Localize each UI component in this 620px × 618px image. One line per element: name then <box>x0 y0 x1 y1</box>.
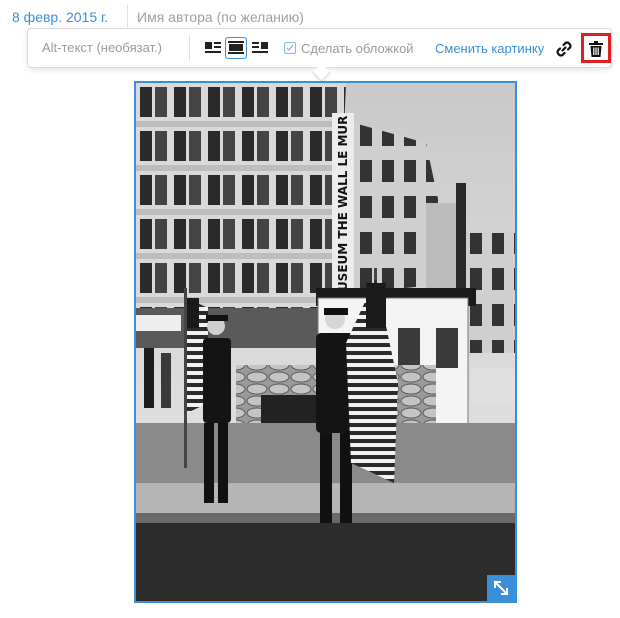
link-button[interactable] <box>555 40 573 58</box>
image-toolbar: Alt-текст (необязат.) Сделать обложкой С… <box>27 28 612 68</box>
make-cover-checkbox[interactable]: Сделать обложкой <box>284 41 414 57</box>
meta-divider <box>127 5 128 27</box>
align-center-button[interactable] <box>225 37 247 59</box>
author-name-input[interactable]: Имя автора (по желанию) <box>137 9 304 25</box>
checkbox-icon <box>284 42 296 54</box>
align-center-icon <box>228 41 244 54</box>
museum-sign-text: MUSEUM THE WALL LE MUR <box>336 116 350 303</box>
toolbar-divider <box>189 35 190 61</box>
alt-text-input[interactable]: Alt-текст (необязат.) <box>42 40 162 55</box>
link-icon <box>556 41 572 57</box>
trash-icon <box>589 41 603 57</box>
post-date[interactable]: 8 февр. 2015 г. <box>12 9 108 25</box>
delete-image-button[interactable] <box>581 33 611 63</box>
expand-icon <box>493 580 509 596</box>
align-right-button[interactable] <box>249 37 271 59</box>
align-left-icon <box>205 42 221 53</box>
resize-handle[interactable] <box>487 575 515 601</box>
align-left-button[interactable] <box>202 37 224 59</box>
photo-image: MUSEUM THE WALL LE MUR <box>136 83 515 601</box>
selected-image[interactable]: MUSEUM THE WALL LE MUR <box>134 81 517 603</box>
align-right-icon <box>252 42 268 53</box>
change-image-link[interactable]: Сменить картинку <box>435 41 544 56</box>
make-cover-label: Сделать обложкой <box>301 41 414 56</box>
